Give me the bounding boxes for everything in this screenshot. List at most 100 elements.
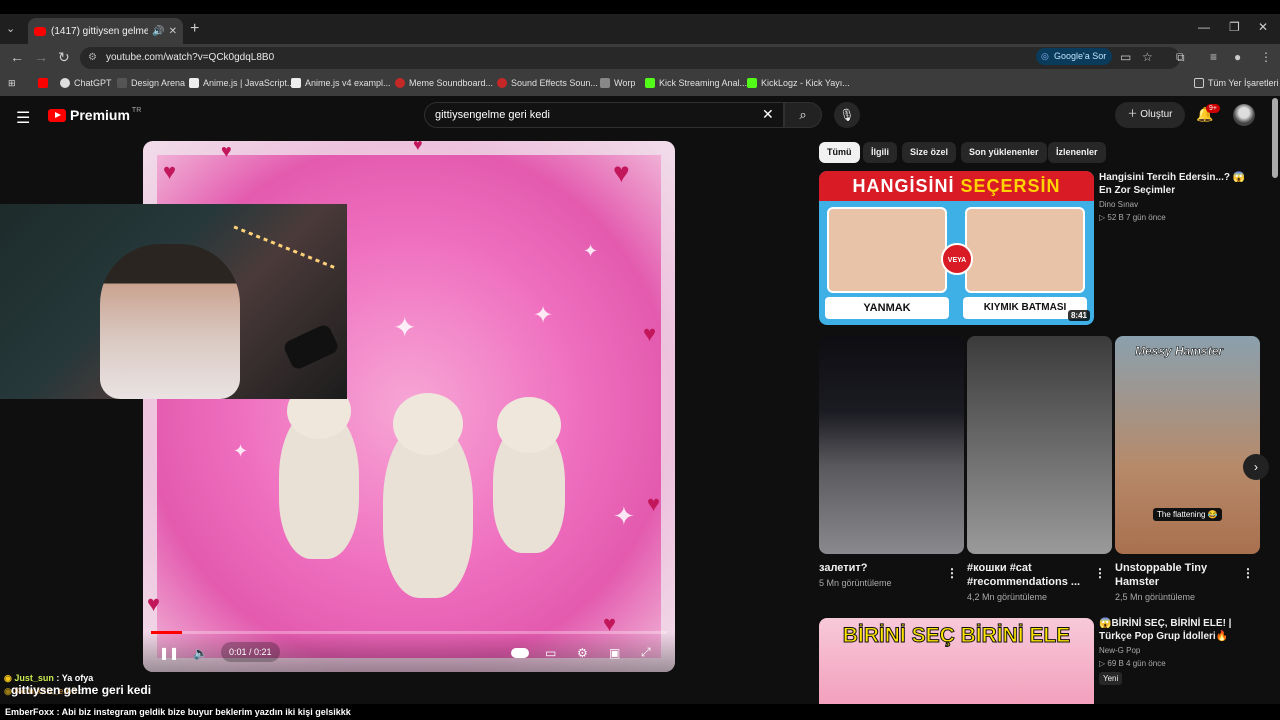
browser-tab-active[interactable]: (1417) gittiysen gelme geri 🔊 ✕: [28, 18, 183, 45]
sparkle-decoration: ✦: [393, 312, 417, 343]
minimize-icon[interactable]: —: [1198, 20, 1210, 34]
short-title[interactable]: #кошки #cat #recommendations ...: [967, 561, 1087, 589]
chip-watched[interactable]: İzlenenler: [1048, 142, 1106, 163]
youtube-premium-logo[interactable]: Premium TR: [48, 107, 141, 123]
bookmark-item[interactable]: Design Arena: [117, 78, 185, 88]
settings-gear-icon[interactable]: ⚙: [577, 646, 588, 660]
browser-menu-icon[interactable]: ⋮: [1260, 50, 1272, 64]
address-toolbar: ← → ↻ ⚙ youtube.com/watch?v=QCk0gdqL8B0 …: [0, 44, 1280, 72]
autoplay-toggle[interactable]: [511, 648, 529, 658]
dancing-cat: [383, 393, 473, 598]
dancing-cat: [493, 397, 565, 553]
bookmark-item[interactable]: Sound Effects Soun...: [497, 78, 598, 88]
thumb-burn-image: [827, 207, 947, 293]
avatar[interactable]: [1233, 104, 1255, 126]
led-string: [233, 225, 337, 270]
more-options-icon[interactable]: ⋮: [946, 566, 958, 580]
bookmark-item[interactable]: Worp: [600, 78, 635, 88]
bookmark-item[interactable]: Meme Soundboard...: [395, 78, 493, 88]
folder-icon: [1194, 78, 1204, 88]
short-thumbnail[interactable]: Messy Hamster The flattening 😂: [1115, 336, 1260, 554]
chevron-right-icon: ›: [1254, 460, 1258, 474]
bookmarks-bar: ⊞ ChatGPT Design Arena Anime.js | JavaSc…: [0, 72, 1280, 96]
recommended-video-thumbnail[interactable]: HANGİSİNİ SEÇERSİN YANMAK KIYMIK BATMASI…: [819, 171, 1094, 325]
bookmark-item[interactable]: KickLogz - Kick Yayı...: [747, 78, 850, 88]
sparkle-decoration: ✦: [583, 241, 599, 261]
short-title[interactable]: залетит?: [819, 561, 939, 575]
extensions-icon[interactable]: ⧉: [1176, 50, 1185, 65]
bookmark-item[interactable]: ChatGPT: [60, 78, 112, 88]
cast-icon[interactable]: ▭: [1120, 50, 1131, 64]
heart-decoration: ♥: [163, 159, 177, 184]
menu-icon[interactable]: ☰: [16, 108, 30, 128]
create-button[interactable]: ＋ Oluştur: [1115, 102, 1185, 128]
video-title-overlay: gittiysen gelme geri kedi: [11, 683, 152, 697]
sparkle-decoration: ✦: [613, 501, 635, 531]
soundboard-icon: [395, 78, 405, 88]
fullscreen-icon[interactable]: ⤢: [641, 645, 651, 660]
scrollbar[interactable]: [1272, 98, 1278, 178]
sparkle-decoration: ✦: [533, 302, 554, 329]
chip-recently-uploaded[interactable]: Son yüklenenler: [961, 142, 1047, 163]
google-lens-button[interactable]: ◎ Google'a Sor: [1036, 48, 1113, 65]
url-text: youtube.com/watch?v=QCk0gdqL8B0: [106, 52, 275, 63]
short-thumbnail[interactable]: [819, 336, 964, 554]
streamer: [100, 244, 240, 399]
pause-icon[interactable]: ❚❚: [159, 646, 179, 660]
short-thumbnail[interactable]: [967, 336, 1112, 554]
bookmark-item[interactable]: Anime.js | JavaScript...: [189, 78, 294, 88]
chip-related[interactable]: İlgili: [863, 142, 897, 163]
forward-icon[interactable]: →: [34, 49, 48, 65]
apps-icon[interactable]: ⊞: [8, 78, 16, 89]
chat-message-highlight: EmberFoxx : Abi biz instegram geldik biz…: [0, 704, 1280, 720]
chip-for-you[interactable]: Size özel: [902, 142, 957, 163]
lens-label: Google'a Sor: [1054, 51, 1107, 61]
restore-icon[interactable]: ❐: [1229, 20, 1240, 34]
url-field[interactable]: ⚙ youtube.com/watch?v=QCk0gdqL8B0: [80, 47, 1180, 69]
sound-effects-icon: [497, 78, 507, 88]
tab-search-icon[interactable]: ⌄: [6, 22, 15, 35]
heart-decoration: ♥: [647, 491, 661, 516]
search-input[interactable]: gittiysengelme geri kedi: [424, 102, 784, 128]
mic-icon: 🎙: [839, 108, 855, 122]
voice-search-button[interactable]: 🎙: [834, 102, 860, 128]
chat-username: Just_sun: [14, 673, 54, 683]
recommended-video-thumbnail[interactable]: BİRİNİ SEÇ BİRİNİ ELE: [819, 618, 1094, 704]
more-options-icon[interactable]: ⋮: [1242, 566, 1254, 580]
video-title[interactable]: 😱BİRİNİ SEÇ, BİRİNİ ELE! | Türkçe Pop Gr…: [1099, 617, 1259, 643]
youtube-page: ☰ Premium TR gittiysengelme geri kedi ✕ …: [0, 96, 1280, 720]
channel-name[interactable]: Dino Sınav: [1099, 200, 1138, 209]
thumb-left-label: YANMAK: [825, 297, 949, 319]
media-control-icon[interactable]: ≡: [1210, 50, 1217, 64]
bookmark-star-icon[interactable]: ☆: [1142, 50, 1153, 64]
all-bookmarks[interactable]: Tüm Yer İşaretleri: [1194, 78, 1279, 88]
new-tab-button[interactable]: +: [190, 20, 199, 38]
channel-name[interactable]: New-G Pop: [1099, 646, 1140, 655]
chip-all[interactable]: Tümü: [819, 142, 860, 163]
video-title[interactable]: Hangisini Tercih Edersin...? 😱 En Zor Se…: [1099, 171, 1259, 197]
kicklogz-icon: [747, 78, 757, 88]
volume-icon[interactable]: 🔈: [193, 646, 208, 660]
progress-fill: [151, 631, 182, 634]
window-close-icon[interactable]: ✕: [1258, 20, 1268, 34]
tab-close-icon[interactable]: ✕: [169, 26, 177, 37]
shorts-next-button[interactable]: ›: [1243, 454, 1269, 480]
search-button[interactable]: ⌕: [784, 102, 822, 128]
reload-icon[interactable]: ↻: [58, 49, 70, 66]
miniplayer-icon[interactable]: ▣: [609, 646, 620, 660]
thumb-splinter-image: [965, 207, 1085, 293]
progress-bar[interactable]: [151, 631, 667, 634]
speaker-icon[interactable]: 🔊: [152, 26, 164, 37]
bookmark-item[interactable]: Kick Streaming Anal...: [645, 78, 747, 88]
bookmark-item[interactable]: Anime.js v4 exampl...: [291, 78, 391, 88]
player-controls: ❚❚ 🔈 0:01 / 0:21 ▭ ⚙ ▣ ⤢: [143, 631, 675, 672]
site-info-icon[interactable]: ⚙: [88, 47, 97, 69]
more-options-icon[interactable]: ⋮: [1094, 566, 1106, 580]
youtube-play-icon: [48, 108, 66, 122]
clear-search-icon[interactable]: ✕: [762, 106, 774, 123]
subtitles-icon[interactable]: ▭: [545, 646, 556, 660]
back-icon[interactable]: ←: [10, 49, 24, 65]
profile-icon[interactable]: ●: [1234, 50, 1241, 64]
short-title[interactable]: Unstoppable Tiny Hamster: [1115, 561, 1235, 589]
bookmark-youtube[interactable]: [38, 78, 52, 88]
